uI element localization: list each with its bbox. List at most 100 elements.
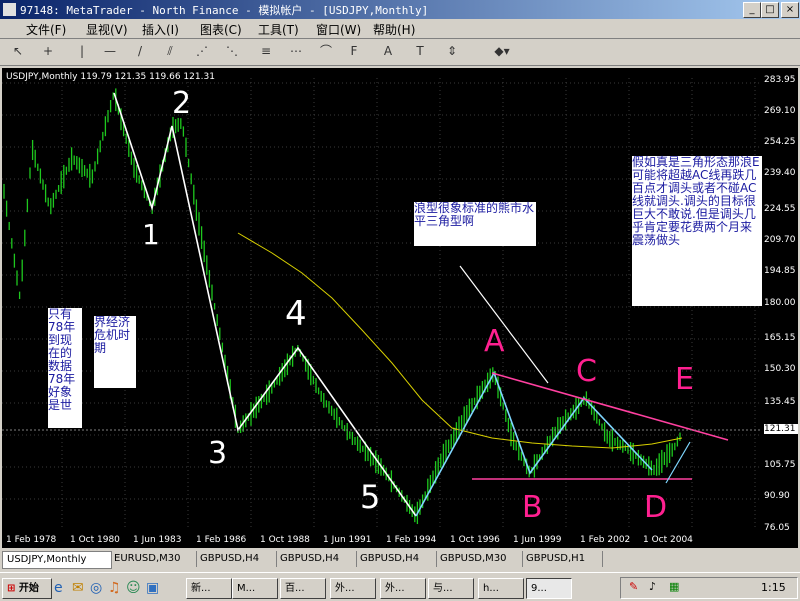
wave-label-3: 3 [208,436,228,471]
menu-file[interactable]: 文件(F) [26,21,66,38]
price-chart [2,78,762,530]
start-button[interactable]: ⊞ 开始 [2,578,52,599]
quicklaunch-messenger-icon[interactable]: ☺ [126,580,141,596]
time-tick: 1 Jun 1991 [323,535,372,545]
text-icon[interactable]: A [378,42,398,61]
quicklaunch-folder-icon[interactable]: ▣ [146,580,159,596]
cursor-arrow-icon[interactable]: ↖ [8,42,28,61]
crosshair-icon[interactable]: + [38,42,58,61]
time-tick: 1 Feb 1994 [386,535,437,545]
task-forex-1[interactable]: 外... [330,578,376,599]
trend-line-icon[interactable]: / [130,42,150,61]
tab-gbpusd-h4[interactable]: GBPUSD,H4 [196,551,277,567]
tab-gbpusd-h4[interactable]: GBPUSD,H4 [356,551,437,567]
time-tick: 1 Feb 2002 [580,535,631,545]
price-tick: 90.90 [764,491,790,501]
note-middle: 浪型很象标准的熊市水平三角型啊 [414,202,536,246]
menu-bar: 文件(F) 显视(V) 插入(I) 图表(C) 工具(T) 窗口(W) 帮助(H… [0,19,800,39]
wave-label-c: C [576,354,597,389]
note-right: 假如真是三角形态那浪E可能将超越AC线再跌几百点才调头或者不碰AC线就调头.调头… [632,156,762,306]
tray-network-icon[interactable]: ✎ [629,580,638,593]
menu-help[interactable]: 帮助(H) [373,21,415,38]
label-icon[interactable]: T [410,42,430,61]
chart-header: USDJPY,Monthly 119.79 121.35 119.66 121.… [6,72,215,82]
time-tick: 1 Feb 1978 [6,535,57,545]
drawing-toolbar: ↖ + | — / ⫽ ⋰ ⋱ ≡ ⋯ ⌒ F A T ⇕ ◆▾ [0,39,800,66]
fibo-fan-icon[interactable]: ⋯ [286,42,306,61]
time-tick: 1 Feb 1986 [196,535,247,545]
time-tick: 1 Jun 1983 [133,535,182,545]
quicklaunch-ie-icon[interactable]: e [54,580,63,596]
task-browser[interactable]: h... [478,578,524,599]
channel-icon[interactable]: ⫽ [160,42,180,61]
wave-label-d: D [644,490,668,525]
note-left-2: 界经济危机时期 [94,316,136,388]
shapes-dropdown-icon[interactable]: ◆▾ [492,42,512,61]
price-tick: 254.25 [764,137,796,147]
wave-label-a: A [484,324,505,359]
fibo-arc-icon[interactable]: ⌒ [316,42,336,61]
tray-app-icon[interactable]: ▦ [669,580,679,593]
quicklaunch-desktop-icon[interactable]: ◎ [90,580,102,596]
chart-tabs: USDJPY,Monthly EURUSD,M30 GBPUSD,H4 GBPU… [0,549,800,569]
price-tick: 165.15 [764,333,796,343]
minimize-button[interactable]: _ [743,2,761,18]
wave-label-2: 2 [172,86,192,121]
tab-gbpusd-m30[interactable]: GBPUSD,M30 [436,551,523,567]
price-tick: 150.30 [764,364,796,374]
fibo-icon[interactable]: ≡ [256,42,276,61]
impulse-wave-line [113,92,417,517]
fan-icon[interactable]: ⋱ [222,42,242,61]
price-tick: 180.00 [764,298,796,308]
task-doc[interactable]: 与... [428,578,474,599]
windows-logo-icon: ⊞ [7,583,16,594]
price-tick: 283.95 [764,75,796,85]
tab-gbpusd-h1[interactable]: GBPUSD,H1 [522,551,603,567]
task-active[interactable]: 9... [526,578,572,599]
price-tick: 76.05 [764,523,790,533]
vertical-line-icon[interactable]: | [72,42,92,61]
price-tick: 105.75 [764,460,796,470]
chart-window[interactable]: USDJPY,Monthly 119.79 121.35 119.66 121.… [2,68,798,548]
wave-label-1: 1 [142,218,160,251]
close-button[interactable]: × [781,2,799,18]
tab-eurusd-m30[interactable]: EURUSD,M30 [110,551,197,567]
window-title: 97148: MetaTrader - North Finance - 模拟帐户… [20,4,429,17]
task-baidu[interactable]: 百... [280,578,326,599]
task-metatrader[interactable]: M... [232,578,278,599]
horizontal-line-icon[interactable]: — [100,42,120,61]
title-bar: 97148: MetaTrader - North Finance - 模拟帐户… [0,0,800,19]
fibo-expansion-icon[interactable]: F [344,42,364,61]
start-label: 开始 [18,583,39,594]
quicklaunch-outlook-icon[interactable]: ✉ [72,580,84,596]
quicklaunch-media-icon[interactable]: ♫ [108,580,121,596]
app-icon [3,3,16,16]
windows-taskbar: ⊞ 开始 e ✉ ◎ ♫ ☺ ▣ 新... M... 百... 外... 外..… [0,572,800,601]
tab-usdjpy-monthly[interactable]: USDJPY,Monthly [2,551,112,569]
time-tick: 1 Oct 1996 [450,535,500,545]
wave-label-e: E [675,362,694,397]
menu-tools[interactable]: 工具(T) [258,21,299,38]
system-tray: ✎ ♪ ▦ 1:15 [620,577,798,599]
menu-view[interactable]: 显视(V) [86,21,128,38]
gann-icon[interactable]: ⋰ [192,42,212,61]
arrows-dropdown-icon[interactable]: ⇕ [442,42,462,61]
wave-label-4: 4 [285,294,307,334]
task-folder[interactable]: 新... [186,578,232,599]
moving-average-line [237,232,683,449]
menu-window[interactable]: 窗口(W) [316,21,361,38]
time-tick: 1 Oct 2004 [643,535,693,545]
task-forex-2[interactable]: 外... [380,578,426,599]
price-tick: 209.70 [764,235,796,245]
note-left-1: 只有78年到现在的数据78年好象是世 [48,308,82,428]
maximize-button[interactable]: □ [761,2,779,18]
price-tick: 135.45 [764,397,796,407]
menu-insert[interactable]: 插入(I) [142,21,179,38]
price-tick: 194.85 [764,266,796,276]
tray-volume-icon[interactable]: ♪ [649,580,656,593]
tray-clock: 1:15 [761,581,786,594]
wave-label-5: 5 [360,478,381,516]
menu-chart[interactable]: 图表(C) [200,21,242,38]
tab-gbpusd-h4[interactable]: GBPUSD,H4 [276,551,357,567]
current-price-label: 121.31 [764,424,798,434]
